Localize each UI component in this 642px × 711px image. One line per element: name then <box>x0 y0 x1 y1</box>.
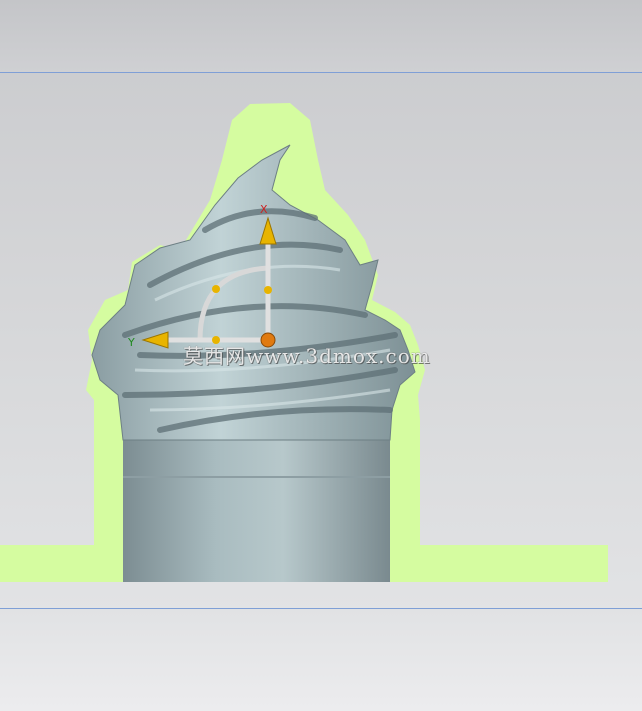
graphics-viewport[interactable]: X Y 莫西网www.3dmox.com <box>0 0 642 711</box>
x-axis-label: X <box>260 203 268 216</box>
triad-origin-handle[interactable] <box>260 332 276 348</box>
model-scene: X Y <box>0 103 608 582</box>
y-axis-handle[interactable] <box>212 336 220 344</box>
arc-handle[interactable] <box>212 285 220 293</box>
y-axis-label: Y <box>127 336 135 349</box>
x-axis-handle[interactable] <box>264 286 272 294</box>
cylinder-base[interactable] <box>123 425 390 582</box>
cylinder-edge <box>123 476 390 478</box>
